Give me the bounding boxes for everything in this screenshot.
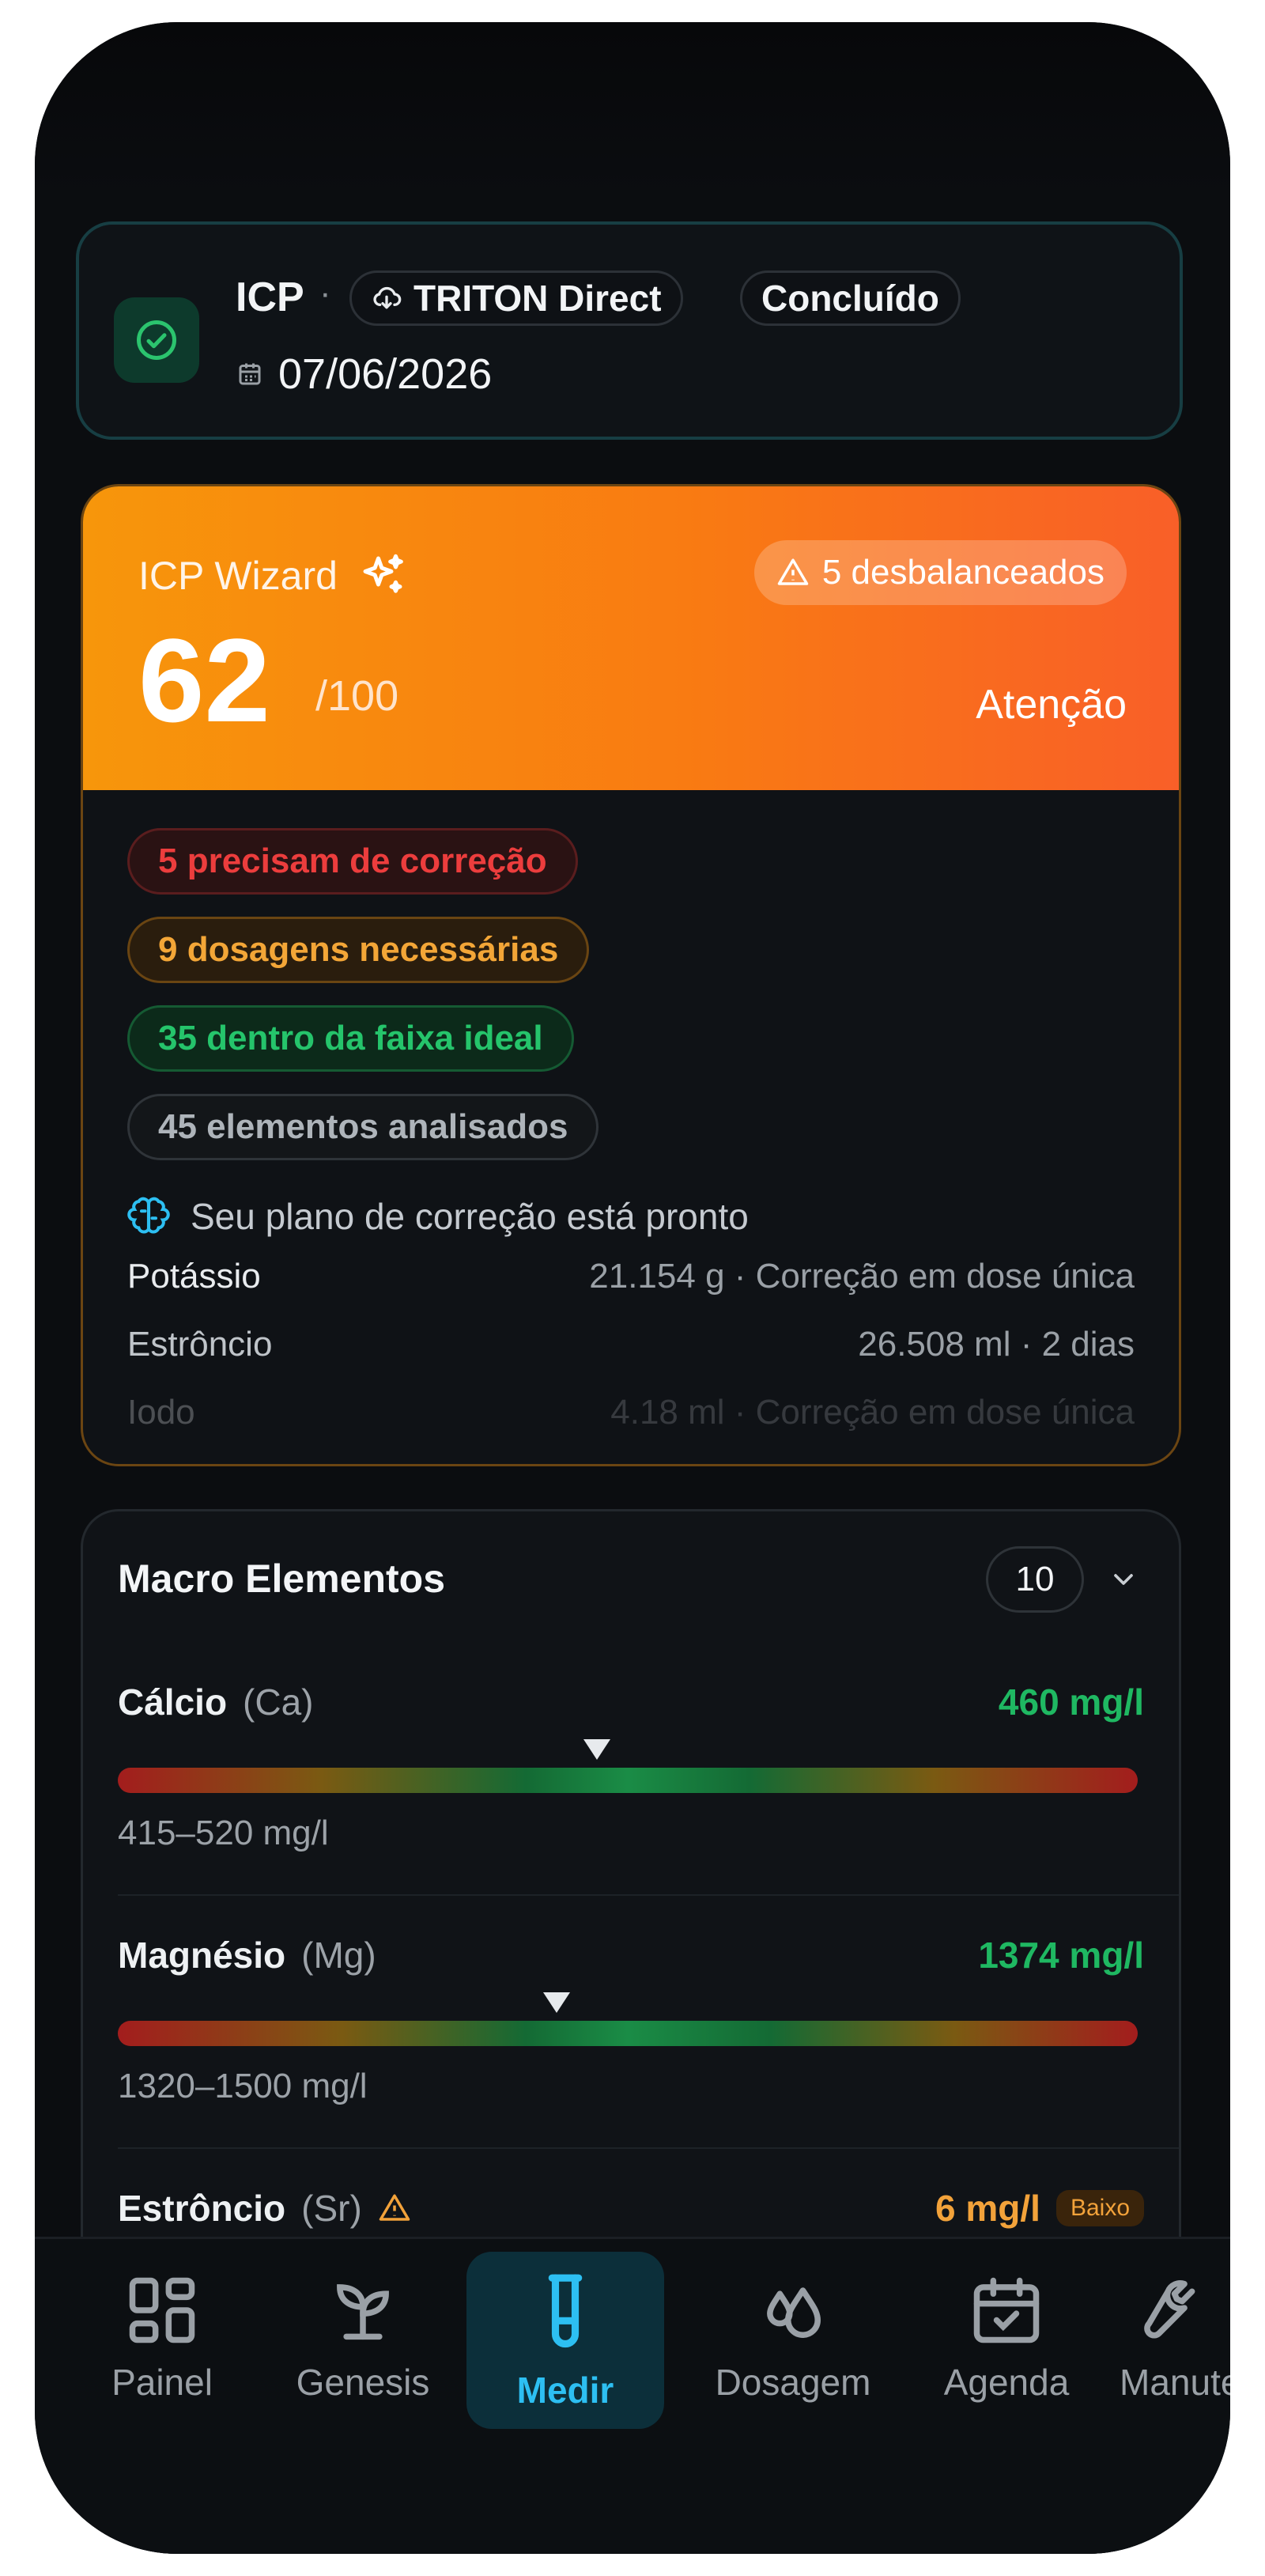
nav-item-genesis[interactable]: Genesis — [264, 2239, 462, 2429]
date-text: 07/06/2026 — [278, 350, 493, 398]
element-symbol: (Ca) — [243, 1681, 314, 1723]
sparkles-icon — [363, 554, 403, 593]
phone-screen: ICP · TRITON Direct Concluído 07/06/2026… — [35, 22, 1230, 2554]
tag-dosing-needed[interactable]: 9 dosagens necessárias — [127, 917, 590, 983]
element-symbol: (Sr) — [301, 2188, 362, 2229]
nav-item-medir[interactable]: Medir — [466, 2252, 664, 2429]
element-name: Cálcio (Ca) — [118, 1681, 314, 1723]
tag-elements-analyzed[interactable]: 45 elementos analisados — [127, 1094, 599, 1160]
wizard-score-max: /100 — [315, 672, 399, 720]
range-marker — [542, 1992, 570, 2013]
low-badge: Baixo — [1055, 2190, 1144, 2226]
tag-needs-correction[interactable]: 5 precisam de correção — [127, 828, 578, 895]
element-value: 6 mg/l Baixo — [935, 2187, 1144, 2230]
element-range: 415–520 mg/l — [118, 1814, 329, 1852]
plan-element-dose: 21.154 g · Correção em dose única — [589, 1257, 1135, 1296]
bottom-nav: Painel Genesis Medir Dosagem Agenda Manu… — [35, 2237, 1230, 2554]
status-pill: Concluído — [740, 270, 961, 326]
nav-label: Medir — [516, 2370, 614, 2411]
source-pill: TRITON Direct — [349, 270, 683, 326]
source-label: TRITON Direct — [413, 278, 662, 319]
icp-wizard-card[interactable]: ICP Wizard 62 /100 5 desbalanceados Aten… — [81, 484, 1181, 1466]
icp-header-card[interactable]: ICP · TRITON Direct Concluído 07/06/2026 — [76, 221, 1183, 440]
title-separator: · — [319, 274, 331, 312]
element-label: Estrôncio — [118, 2188, 286, 2229]
test-date: 07/06/2026 — [236, 350, 492, 399]
element-symbol: (Mg) — [301, 1935, 376, 1976]
wizard-status: Atenção — [976, 682, 1127, 728]
warning-icon — [777, 558, 809, 585]
drops-icon — [767, 2287, 821, 2338]
grid-icon — [129, 2277, 195, 2343]
brain-icon — [127, 1197, 170, 1234]
warning-icon — [379, 2194, 410, 2221]
wizard-score: 62 — [138, 614, 270, 747]
range-marker — [583, 1739, 611, 1760]
sprout-icon — [337, 2284, 389, 2340]
imbalance-badge[interactable]: 5 desbalanceados — [753, 540, 1127, 605]
imbalance-text: 5 desbalanceados — [821, 553, 1105, 592]
nav-label: Dosagem — [715, 2362, 871, 2403]
plan-element-name: Potássio — [127, 1257, 261, 1296]
wrench-icon — [1144, 2280, 1195, 2339]
macro-elements-title: Macro Elementos — [118, 1557, 446, 1601]
element-label: Magnésio — [118, 1935, 286, 1976]
element-value-text: 6 mg/l — [935, 2188, 1040, 2229]
macro-elements-count: 10 — [986, 1546, 1084, 1613]
plan-element-name: Estrôncio — [127, 1325, 273, 1364]
range-bar — [118, 1768, 1138, 1793]
tag-in-ideal-range[interactable]: 35 dentro da faixa ideal — [127, 1005, 574, 1072]
correction-plan-header: Seu plano de correção está pronto — [127, 1195, 749, 1238]
wizard-label-text: ICP Wizard — [138, 554, 338, 598]
test-tube-icon — [548, 2274, 583, 2348]
nav-label: Genesis — [296, 2362, 430, 2403]
nav-item-dosagem[interactable]: Dosagem — [694, 2239, 892, 2429]
nav-label: Manutenção — [1120, 2362, 1230, 2403]
wizard-label: ICP Wizard — [138, 550, 409, 602]
plan-row[interactable]: Estrôncio 26.508 ml · 2 dias — [127, 1325, 1135, 1364]
status-area — [35, 22, 1230, 196]
plan-row[interactable]: Potássio 21.154 g · Correção em dose úni… — [127, 1257, 1135, 1296]
chevron-down-icon[interactable] — [1108, 1564, 1139, 1595]
calendar-icon — [239, 363, 261, 385]
element-value: 1374 mg/l — [978, 1935, 1144, 1976]
nav-label: Agenda — [943, 2362, 1070, 2403]
test-type-title: ICP — [236, 274, 304, 320]
divider — [118, 2147, 1179, 2149]
element-label: Cálcio — [118, 1681, 228, 1723]
correction-plan-title: Seu plano de correção está pronto — [191, 1196, 749, 1237]
element-value: 460 mg/l — [998, 1681, 1144, 1723]
nav-item-painel[interactable]: Painel — [63, 2239, 261, 2429]
cloud-download-icon — [373, 286, 402, 309]
nav-item-agenda[interactable]: Agenda — [908, 2239, 1105, 2429]
wizard-score-banner: ICP Wizard 62 /100 5 desbalanceados Aten… — [83, 486, 1179, 790]
plan-element-name: Iodo — [127, 1393, 195, 1432]
nav-item-manutencao[interactable]: Manutenção — [1120, 2239, 1230, 2429]
plan-element-dose: 4.18 ml · Correção em dose única — [610, 1393, 1135, 1432]
element-range: 1320–1500 mg/l — [118, 2067, 368, 2105]
calendar-check-icon — [973, 2277, 1040, 2343]
nav-label: Painel — [111, 2362, 213, 2403]
plan-row[interactable]: Iodo 4.18 ml · Correção em dose única — [127, 1393, 1135, 1432]
element-name: Estrôncio (Sr) — [118, 2187, 411, 2230]
range-bar — [118, 2021, 1138, 2046]
plan-element-dose: 26.508 ml · 2 dias — [858, 1325, 1135, 1364]
divider — [118, 1894, 1179, 1896]
element-name: Magnésio (Mg) — [118, 1934, 376, 1976]
check-badge-icon — [114, 297, 199, 383]
